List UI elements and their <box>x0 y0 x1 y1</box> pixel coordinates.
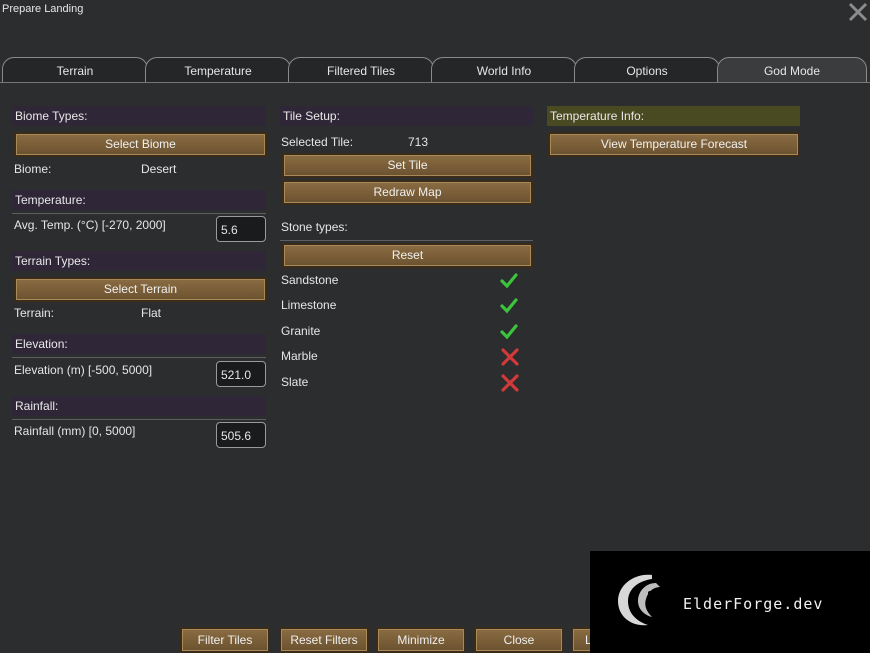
tab-world-info[interactable]: World Info <box>431 57 577 83</box>
close-x-icon[interactable] <box>846 0 870 24</box>
stone-name: Marble <box>281 349 318 363</box>
divider <box>12 213 266 214</box>
view-temperature-forecast-button[interactable]: View Temperature Forecast <box>548 132 800 157</box>
set-tile-button[interactable]: Set Tile <box>282 153 533 178</box>
elevation-field[interactable]: 521.0 <box>216 361 266 387</box>
elevation-label: Elevation (m) [-500, 5000] <box>14 363 153 377</box>
tab-label: Filtered Tiles <box>326 64 396 78</box>
close-button[interactable]: Close <box>474 627 564 653</box>
reset-stones-button[interactable]: Reset <box>282 243 533 268</box>
divider <box>12 419 266 420</box>
tab-terrain[interactable]: Terrain <box>2 57 148 83</box>
minimize-button[interactable]: Minimize <box>376 627 466 653</box>
stone-name: Granite <box>281 324 321 338</box>
tab-label: World Info <box>476 64 532 78</box>
biome-types-header: Biome Types: <box>12 106 266 126</box>
select-biome-button[interactable]: Select Biome <box>14 132 267 157</box>
check-icon[interactable] <box>500 272 518 290</box>
tab-label: Terrain <box>56 64 94 78</box>
reset-filters-button[interactable]: Reset Filters <box>279 627 369 653</box>
tab-label: Options <box>626 64 668 78</box>
divider <box>280 240 533 241</box>
tab-god-mode[interactable]: God Mode <box>717 57 867 83</box>
stone-name: Limestone <box>281 298 337 312</box>
select-terrain-button[interactable]: Select Terrain <box>14 277 267 302</box>
stone-name: Sandstone <box>281 273 339 287</box>
stone-types-header: Stone types: <box>281 220 348 234</box>
rainfall-label: Rainfall (mm) [0, 5000] <box>14 424 136 438</box>
avg-temp-label: Avg. Temp. (°C) [-270, 2000] <box>14 218 166 232</box>
tab-temperature[interactable]: Temperature <box>145 57 291 83</box>
watermark-text: ElderForge.dev <box>683 595 824 613</box>
window-title: Prepare Landing <box>2 3 84 15</box>
tab-filtered-tiles[interactable]: Filtered Tiles <box>288 57 434 83</box>
tab-divider <box>0 82 870 83</box>
divider <box>12 357 266 358</box>
dragon-logo-icon <box>618 574 660 626</box>
selected-tile-label: Selected Tile: <box>281 135 354 149</box>
check-icon[interactable] <box>500 323 518 341</box>
terrain-types-header: Terrain Types: <box>12 251 266 271</box>
tab-options[interactable]: Options <box>574 57 720 83</box>
avg-temp-field[interactable]: 5.6 <box>216 216 266 242</box>
biome-value: Desert <box>141 162 177 176</box>
biome-label: Biome: <box>14 162 52 176</box>
tile-setup-header: Tile Setup: <box>280 106 533 126</box>
tab-label: God Mode <box>763 64 821 78</box>
filter-tiles-button[interactable]: Filter Tiles <box>180 627 270 653</box>
elevation-header: Elevation: <box>12 334 266 354</box>
cross-icon[interactable] <box>501 374 519 392</box>
selected-tile-value: 713 <box>408 135 429 149</box>
cross-icon[interactable] <box>501 348 519 366</box>
redraw-map-button[interactable]: Redraw Map <box>282 180 533 205</box>
rainfall-field[interactable]: 505.6 <box>216 422 266 448</box>
rainfall-header: Rainfall: <box>12 396 266 416</box>
temperature-header: Temperature: <box>12 190 266 210</box>
stone-name: Slate <box>281 375 309 389</box>
check-icon[interactable] <box>500 297 518 315</box>
temperature-info-header: Temperature Info: <box>547 106 800 126</box>
watermark-overlay: ElderForge.dev <box>590 551 870 653</box>
tab-label: Temperature <box>184 64 252 78</box>
title-bar <box>0 0 870 60</box>
terrain-value: Flat <box>141 306 162 320</box>
terrain-label: Terrain: <box>14 306 55 320</box>
